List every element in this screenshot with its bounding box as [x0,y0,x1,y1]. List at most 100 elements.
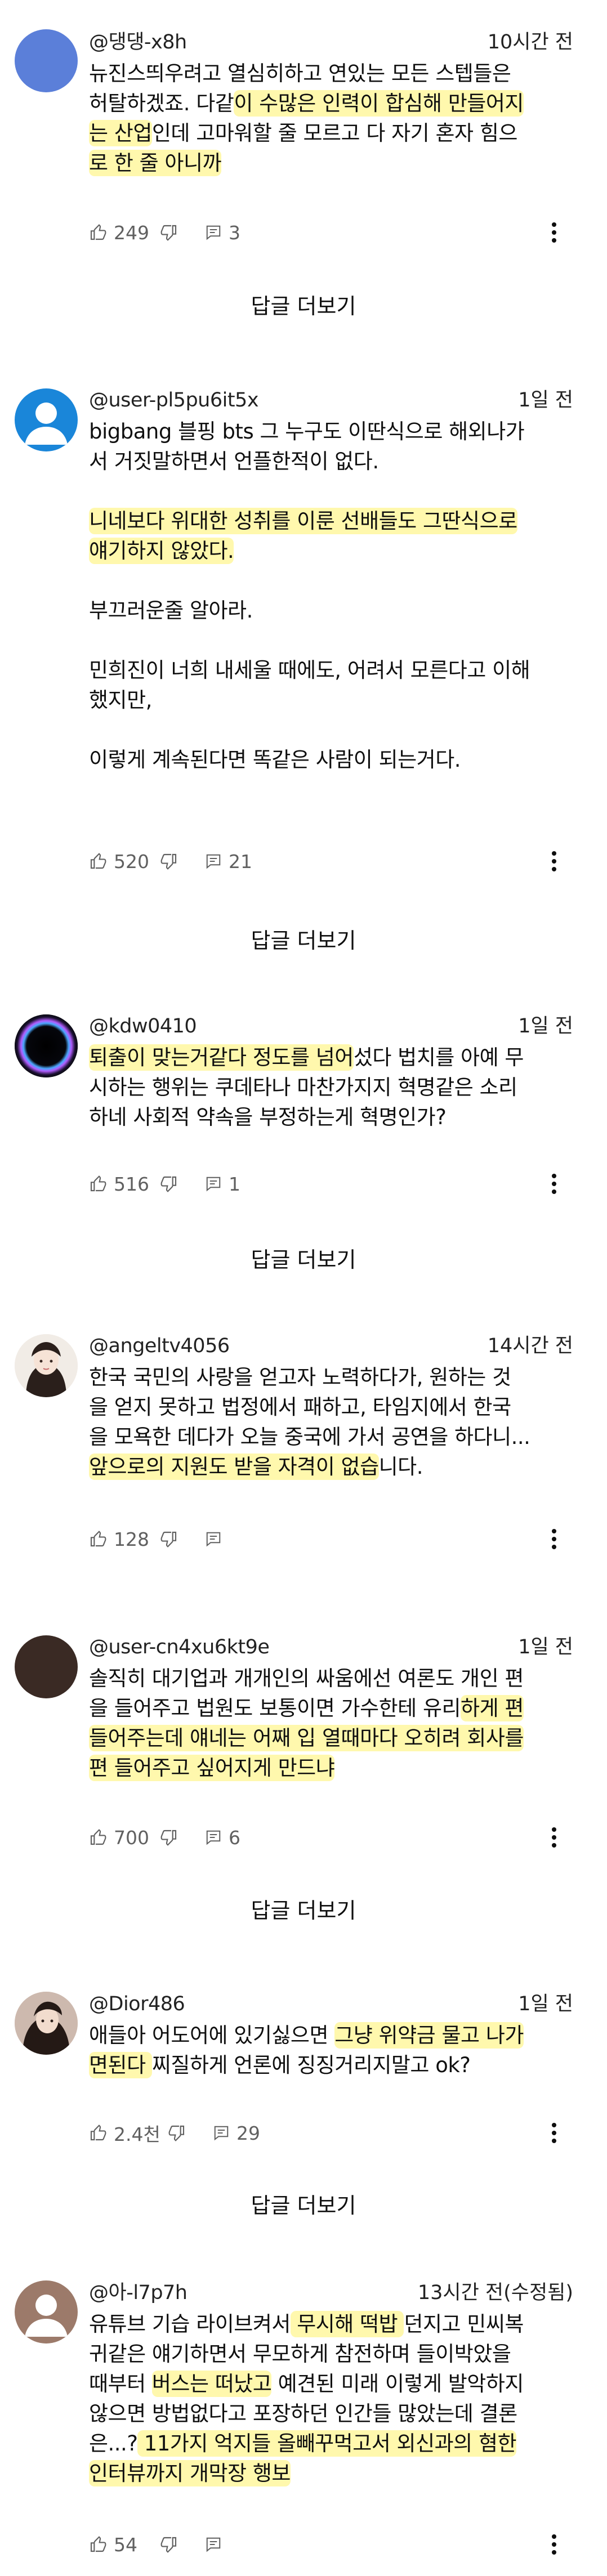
comment-author[interactable]: @kdw0410 [89,1013,197,1039]
more-options-button[interactable] [543,1170,565,1197]
like-count: 128 [114,1528,149,1550]
thumbs-up-icon [90,1531,106,1547]
highlight: 버스는 떠났고 [151,2371,272,2397]
comment-timestamp: 1일 전 [518,1015,573,1037]
like-button[interactable]: 128 [89,1523,149,1555]
comment-author[interactable]: @user-cn4xu6kt9e [89,1634,270,1660]
avatar[interactable] [15,388,78,451]
dislike-button[interactable] [160,1822,178,1853]
dislike-button[interactable] [160,1523,178,1555]
comment-author[interactable]: @Dior486 [89,1991,185,2017]
comment-line: 유튜브 기습 라이브켜서 무시해 떡밥 던지고 민씨복 [89,2311,524,2337]
comment-icon [206,225,221,240]
comment-author[interactable]: @angeltv4056 [89,1333,230,1359]
like-button[interactable]: 54 [89,2529,137,2560]
thumbs-down-icon [160,225,177,241]
highlight: 들어주는데 얘네는 어째 입 열때마다 오히려 회사를 [89,1725,524,1751]
like-count: 54 [114,2533,137,2556]
more-options-button[interactable] [543,848,565,875]
comment-author[interactable]: @아-l7p7h [89,2280,188,2306]
thumbs-up-icon [90,1829,106,1845]
highlight: 앞으로의 지원도 받을 자격이 없습 [89,1454,379,1480]
like-count: 249 [114,221,149,244]
comment-text: bigbang 블핑 bts 그 누구도 이딴식으로 해외나가 서 거짓말하면서 … [89,419,530,772]
comment-icon [206,1532,221,1547]
comment-timestamp: 10시간 전 [487,31,573,53]
show-replies-button[interactable]: 답글 더보기 [0,289,607,323]
highlight: 이 수많은 인력이 합심해 만들어지 [234,90,524,117]
show-replies-button[interactable]: 답글 더보기 [0,2189,607,2222]
thumbs-down-icon [160,1176,177,1192]
reply-button[interactable]: 1 [205,1168,240,1200]
more-options-button[interactable] [543,2531,565,2558]
more-options-button[interactable] [543,1824,565,1851]
dislike-button[interactable] [160,846,178,877]
reply-button[interactable]: 29 [213,2117,260,2149]
like-button[interactable]: 700 [89,1822,149,1853]
comment-line: 허탈하겠죠. 다같이 수많은 인력이 합심해 만들어지 [89,90,524,117]
dislike-button[interactable] [160,217,178,248]
reply-button[interactable] [205,1523,222,1555]
like-count: 700 [114,1826,149,1849]
orb-avatar-icon [15,1014,78,1077]
avatar[interactable] [15,1635,78,1698]
more-options-button[interactable] [543,2119,565,2146]
comment-line: 앞으로의 지원도 받을 자격이 없습니다. [89,1454,423,1480]
comment-actions: 249 3 [89,217,573,248]
default-avatar-icon [25,402,68,445]
highlight: 면된다 [89,2052,152,2078]
thumbs-up-icon [90,853,106,869]
reply-count: 1 [229,1173,240,1195]
thumbs-down-icon [160,2537,177,2553]
comment-icon [206,854,221,869]
highlight: 11가지 억지들 올빼꾸먹고서 외신과의 혐한 [137,2430,517,2457]
show-replies-button[interactable]: 답글 더보기 [0,1894,607,1927]
comment-timestamp: 13시간 전(수정됨) [417,2282,573,2304]
thumbs-up-icon [90,2125,106,2141]
comment-timestamp: 1일 전 [518,1636,573,1658]
more-options-button[interactable] [543,1526,565,1553]
portrait-avatar-icon [15,1992,78,2055]
like-button[interactable]: 249 [89,217,149,248]
comment-line: 을 들어주고 법원도 보통이면 가수한테 유리하게 편 [89,1695,524,1721]
comment-line: 면된다 찌질하게 언론에 징징거리지말고 ok? [89,2052,471,2078]
comment-icon [214,2126,229,2141]
reply-button[interactable]: 6 [205,1822,240,1853]
reply-count: 3 [229,221,240,244]
more-options-button[interactable] [543,219,565,246]
like-button[interactable]: 2.4천 [89,2117,160,2149]
portrait-avatar-icon [15,1334,78,1397]
like-button[interactable]: 516 [89,1168,149,1200]
avatar[interactable] [15,1014,78,1077]
comment-actions: 2.4천 29 [89,2117,573,2149]
avatar[interactable] [15,1334,78,1397]
comment-text: 퇴출이 맞는거같다 정도를 넘어섰다 법치를 아예 무 시하는 행위는 쿠데타나… [89,1044,524,1129]
avatar[interactable] [15,1992,78,2055]
comment-icon [206,1177,221,1192]
like-count: 2.4천 [114,2123,160,2145]
reply-button[interactable]: 21 [205,846,252,877]
reply-button[interactable]: 3 [205,217,240,248]
comment-author[interactable]: @댕댕-x8h [89,29,187,55]
reply-button[interactable] [205,2529,222,2560]
comment-icon [206,2537,221,2552]
show-replies-button[interactable]: 답글 더보기 [0,1243,607,1277]
comment-text: 한국 국민의 사랑을 얻고자 노력하다가, 원하는 것 을 얻지 못하고 법정에… [89,1365,530,1480]
dislike-button[interactable] [168,2117,186,2149]
thumbs-down-icon [160,1531,177,1548]
comment-text: 유튜브 기습 라이브켜서 무시해 떡밥 던지고 민씨복 귀같은 얘기하면서 무모… [89,2311,524,2486]
comment-actions: 516 1 [89,1168,573,1200]
comment-author[interactable]: @user-pl5pu6it5x [89,387,259,413]
comment-timestamp: 14시간 전 [487,1335,573,1357]
dislike-button[interactable] [160,1168,178,1200]
like-button[interactable]: 520 [89,846,149,877]
comment-text: 뉴진스띄우려고 열심히하고 연있는 모든 스텝들은 허탈하겠죠. 다같이 수많은… [89,61,524,176]
avatar[interactable] [15,2280,78,2344]
show-replies-button[interactable]: 답글 더보기 [0,924,607,958]
reply-count: 29 [236,2122,260,2144]
dislike-button[interactable] [160,2529,178,2560]
comment-actions: 700 6 [89,1822,573,1853]
comment-line: 은...? 11가지 억지들 올빼꾸먹고서 외신과의 혐한 [89,2430,517,2457]
comment-line: 는 산업인데 고마워할 줄 모르고 다 자기 혼자 힘으 [89,120,517,146]
avatar[interactable] [15,29,78,92]
